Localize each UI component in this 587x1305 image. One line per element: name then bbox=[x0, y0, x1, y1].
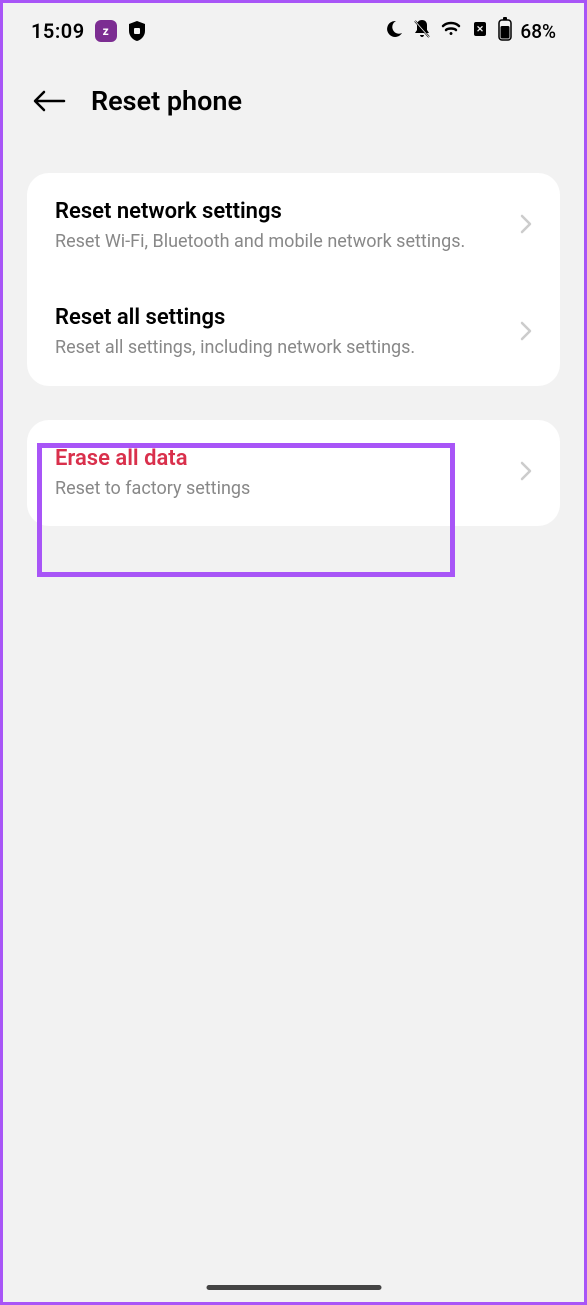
home-indicator[interactable] bbox=[206, 1285, 381, 1290]
status-left: 15:09 z bbox=[31, 19, 147, 43]
status-time: 15:09 bbox=[31, 19, 85, 43]
status-bar: 15:09 z bbox=[3, 3, 584, 55]
wifi-icon bbox=[440, 20, 462, 42]
bell-mute-icon bbox=[412, 18, 432, 44]
arrow-left-icon bbox=[32, 89, 66, 113]
battery-icon bbox=[498, 17, 512, 45]
battery-percent: 68% bbox=[520, 20, 556, 43]
back-button[interactable] bbox=[31, 83, 67, 119]
moon-icon bbox=[384, 19, 404, 43]
erase-all-data-item[interactable]: Erase all data Reset to factory settings bbox=[27, 420, 560, 526]
chevron-right-icon bbox=[520, 214, 532, 238]
chevron-right-icon bbox=[520, 461, 532, 485]
status-right: ✕ 68% bbox=[384, 17, 556, 45]
reset-network-settings-item[interactable]: Reset network settings Reset Wi-Fi, Blue… bbox=[27, 173, 560, 279]
svg-text:✕: ✕ bbox=[477, 25, 485, 35]
list-item-subtitle: Reset to factory settings bbox=[55, 477, 508, 500]
chevron-right-icon bbox=[520, 321, 532, 345]
app-z-icon: z bbox=[95, 20, 117, 42]
page-title: Reset phone bbox=[91, 85, 242, 117]
list-item-subtitle: Reset Wi-Fi, Bluetooth and mobile networ… bbox=[55, 230, 508, 253]
list-item-content: Erase all data Reset to factory settings bbox=[55, 446, 508, 500]
list-item-subtitle: Reset all settings, including network se… bbox=[55, 336, 508, 359]
list-item-content: Reset network settings Reset Wi-Fi, Blue… bbox=[55, 199, 508, 253]
settings-group-1: Reset network settings Reset Wi-Fi, Blue… bbox=[27, 173, 560, 386]
list-item-title: Reset all settings bbox=[55, 305, 508, 330]
header: Reset phone bbox=[3, 55, 584, 139]
shield-icon bbox=[127, 21, 147, 41]
list-item-title: Erase all data bbox=[55, 446, 508, 471]
reset-all-settings-item[interactable]: Reset all settings Reset all settings, i… bbox=[27, 279, 560, 385]
settings-group-2: Erase all data Reset to factory settings bbox=[27, 420, 560, 526]
list-item-title: Reset network settings bbox=[55, 199, 508, 224]
vibrate-icon: ✕ bbox=[470, 21, 490, 41]
list-item-content: Reset all settings Reset all settings, i… bbox=[55, 305, 508, 359]
